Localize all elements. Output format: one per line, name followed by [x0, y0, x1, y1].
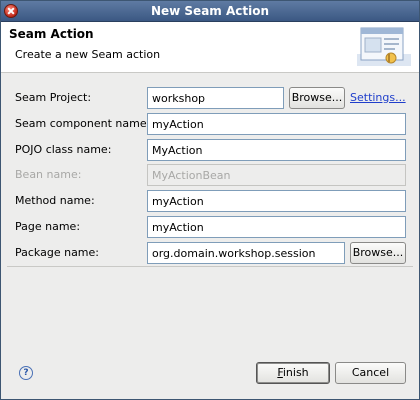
finish-label: inish: [282, 366, 309, 379]
wizard-banner-icon: [357, 27, 411, 66]
finish-button[interactable]: Finish: [256, 362, 330, 384]
window-title: New Seam Action: [150, 4, 270, 18]
page-name-field[interactable]: [147, 216, 406, 238]
component-name-field[interactable]: [147, 113, 406, 135]
package-name-label: Package name:: [15, 246, 99, 259]
settings-link[interactable]: Settings...: [350, 87, 406, 109]
help-icon[interactable]: ?: [19, 366, 33, 380]
dialog-window: New Seam Action Seam Action Create a new…: [0, 0, 420, 400]
wizard-banner: Seam Action Create a new Seam action: [1, 22, 419, 73]
pojo-class-field[interactable]: [147, 139, 406, 161]
method-name-label: Method name:: [15, 194, 95, 207]
title-bar[interactable]: New Seam Action: [1, 1, 419, 22]
package-name-field[interactable]: [147, 242, 345, 264]
seam-project-label: Seam Project:: [15, 91, 92, 104]
banner-title: Seam Action: [9, 27, 94, 41]
bean-name-field: [147, 164, 406, 186]
banner-description: Create a new Seam action: [15, 48, 161, 61]
page-name-label: Page name:: [15, 220, 81, 233]
seam-project-browse-button[interactable]: Browse...: [289, 87, 345, 109]
package-browse-button[interactable]: Browse...: [350, 242, 406, 264]
cancel-button[interactable]: Cancel: [335, 362, 406, 384]
seam-project-field[interactable]: [147, 87, 284, 109]
footer-separator: [7, 266, 413, 267]
pojo-class-label: POJO class name:: [15, 143, 112, 156]
bean-name-label: Bean name:: [15, 168, 82, 181]
method-name-field[interactable]: [147, 190, 406, 212]
component-name-label: Seam component name:: [15, 117, 151, 130]
